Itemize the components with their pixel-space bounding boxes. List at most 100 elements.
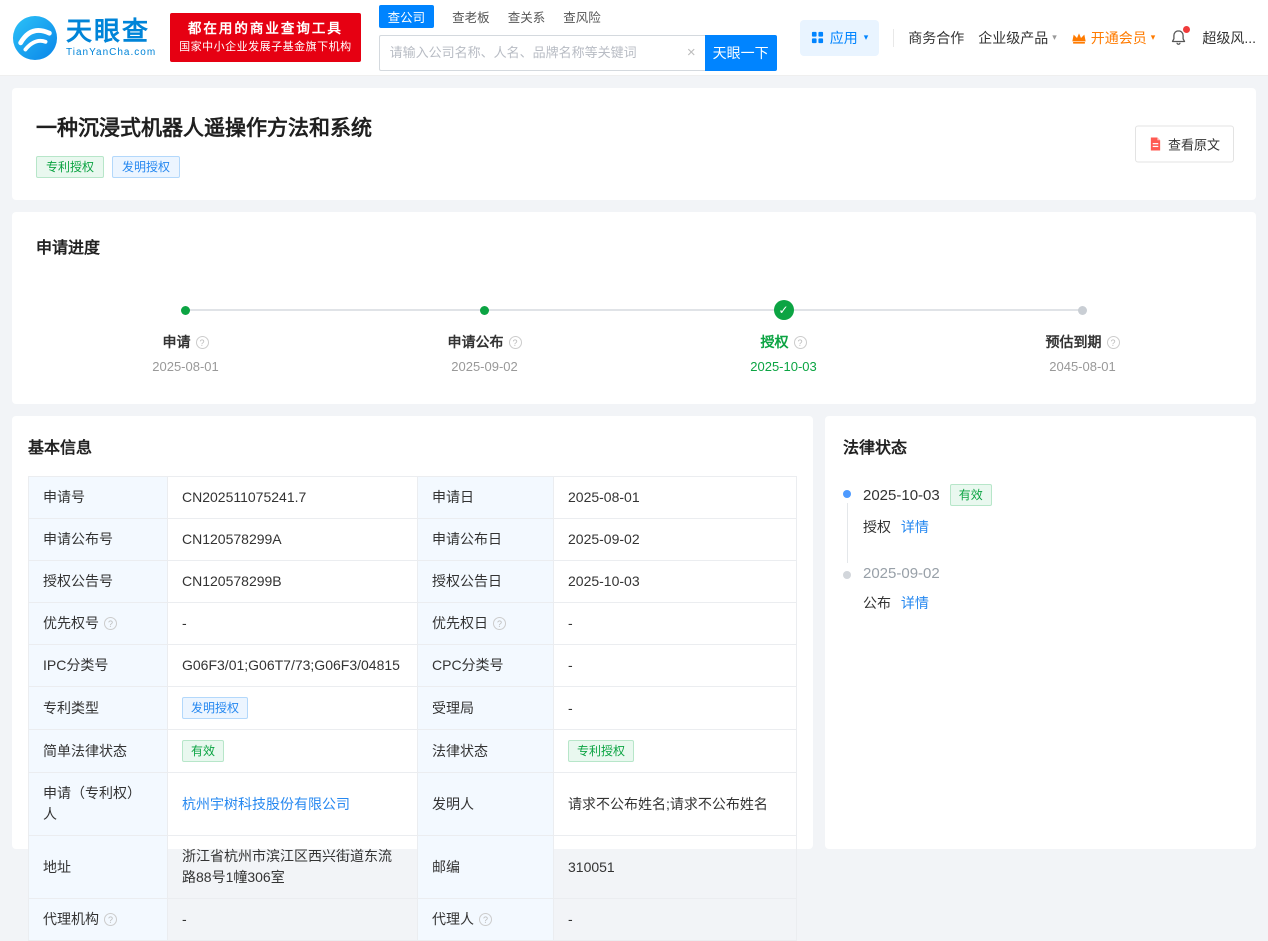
info-value: - (168, 603, 418, 645)
chevron-down-icon: ▾ (864, 32, 869, 43)
main-content: 一种沉浸式机器人遥操作方法和系统 专利授权 发明授权 查看原文 申请进度 (0, 76, 1268, 849)
info-label: 代理机构? (29, 899, 168, 941)
info-label: 申请公布日 (418, 519, 554, 561)
info-label: 优先权日? (418, 603, 554, 645)
info-label: 申请日 (418, 477, 554, 519)
info-label-text: 优先权日 (432, 615, 488, 631)
info-label-text: 代理人 (432, 911, 474, 927)
pdf-icon (1149, 137, 1162, 152)
info-label: 专利类型 (29, 687, 168, 730)
progress-step-publication: 申请公布? 2025-09-02 (335, 300, 634, 374)
notification-bell[interactable] (1169, 28, 1188, 48)
search-block: 查公司 查老板 查关系 查风险 × 天眼一下 (379, 5, 777, 71)
nav-business-cooperation[interactable]: 商务合作 (908, 28, 964, 48)
tag-invention-grant: 发明授权 (112, 156, 180, 178)
help-icon[interactable]: ? (104, 617, 117, 630)
tab-search-relation[interactable]: 查关系 (508, 7, 546, 26)
table-row: 授权公告号 CN120578299B 授权公告日 2025-10-03 (29, 561, 797, 603)
search-tabs: 查公司 查老板 查关系 查风险 (379, 5, 777, 28)
nav-business-label: 商务合作 (908, 28, 964, 48)
check-icon: ✓ (778, 303, 788, 317)
help-icon[interactable]: ? (104, 913, 117, 926)
tianyancha-logo[interactable]: 天眼查 TianYanCha.com (12, 15, 156, 61)
info-label: 申请号 (29, 477, 168, 519)
apps-label: 应用 (830, 28, 858, 48)
application-progress-card: 申请进度 申请? 2025-08-01 申请公布? 2025-09-02 ✓ (12, 212, 1256, 404)
legal-status-section-title: 法律状态 (843, 434, 1238, 458)
apps-menu[interactable]: 应用 ▾ (800, 20, 880, 56)
detail-link[interactable]: 详情 (901, 595, 929, 611)
detail-link[interactable]: 详情 (901, 519, 929, 535)
info-label: 授权公告号 (29, 561, 168, 603)
info-label: 发明人 (418, 773, 554, 836)
page-title: 一种沉浸式机器人遥操作方法和系统 (36, 112, 1232, 142)
legal-action: 授权 (863, 519, 891, 535)
tab-search-risk[interactable]: 查风险 (563, 7, 601, 26)
info-value: CN202511075241.7 (168, 477, 418, 519)
progress-timeline: 申请? 2025-08-01 申请公布? 2025-09-02 ✓ 授权? 20… (36, 300, 1232, 374)
patent-tags: 专利授权 发明授权 (36, 156, 1232, 178)
check-circle-icon: ✓ (774, 300, 794, 320)
legal-date: 2025-10-03 (863, 487, 940, 504)
step-dot (1078, 306, 1087, 315)
info-label-text: 优先权号 (43, 615, 99, 631)
legal-status-timeline: 2025-10-03 有效 授权 详情 2025-09-02 公布 (843, 484, 1238, 641)
info-value: 2025-09-02 (554, 519, 797, 561)
info-value: 有效 (168, 730, 418, 773)
help-icon[interactable]: ? (509, 336, 522, 349)
legal-action: 公布 (863, 595, 891, 611)
table-row: 优先权号? - 优先权日? - (29, 603, 797, 645)
info-value: 请求不公布姓名;请求不公布姓名 (554, 773, 797, 836)
info-label: 申请（专利权）人 (29, 773, 168, 836)
help-icon[interactable]: ? (794, 336, 807, 349)
tab-search-company[interactable]: 查公司 (379, 5, 435, 28)
promo-banner: 都在用的商业查询工具 国家中小企业发展子基金旗下机构 (170, 13, 361, 62)
help-icon[interactable]: ? (493, 617, 506, 630)
info-value: CN120578299A (168, 519, 418, 561)
help-icon[interactable]: ? (479, 913, 492, 926)
nav-enterprise-products[interactable]: 企业级产品 ▾ (978, 28, 1057, 48)
info-value: 发明授权 (168, 687, 418, 730)
info-value: 浙江省杭州市滨江区西兴街道东流路88号1幢306室 (168, 836, 418, 899)
info-label: IPC分类号 (29, 645, 168, 687)
info-label: 优先权号? (29, 603, 168, 645)
view-original-button[interactable]: 查看原文 (1135, 126, 1234, 163)
step-date: 2025-09-02 (335, 359, 634, 374)
nav-open-vip[interactable]: 开通会员 ▾ (1071, 28, 1156, 48)
step-date: 2025-10-03 (634, 359, 933, 374)
table-row: 申请（专利权）人 杭州宇树科技股份有限公司 发明人 请求不公布姓名;请求不公布姓… (29, 773, 797, 836)
search-button[interactable]: 天眼一下 (705, 35, 777, 71)
tag-valid: 有效 (182, 740, 224, 762)
info-value: CN120578299B (168, 561, 418, 603)
timeline-dot (843, 571, 851, 579)
nav-super-risk-label: 超级风... (1202, 28, 1256, 48)
bottom-section: 基本信息 申请号 CN202511075241.7 申请日 2025-08-01… (12, 416, 1256, 849)
info-value: - (554, 645, 797, 687)
clear-icon[interactable]: × (687, 44, 696, 61)
info-label: 法律状态 (418, 730, 554, 773)
basic-info-table: 申请号 CN202511075241.7 申请日 2025-08-01 申请公布… (28, 476, 797, 941)
help-icon[interactable]: ? (196, 336, 209, 349)
table-row: 专利类型 发明授权 受理局 - (29, 687, 797, 730)
promo-line1: 都在用的商业查询工具 (179, 19, 352, 39)
info-label-text: 代理机构 (43, 911, 99, 927)
step-date: 2025-08-01 (36, 359, 335, 374)
tab-search-boss[interactable]: 查老板 (452, 7, 490, 26)
step-dot (480, 306, 489, 315)
nav-vip-label: 开通会员 (1091, 28, 1147, 48)
view-original-label: 查看原文 (1168, 135, 1220, 154)
info-value: 310051 (554, 836, 797, 899)
info-label: 简单法律状态 (29, 730, 168, 773)
table-row: 地址 浙江省杭州市滨江区西兴街道东流路88号1幢306室 邮编 310051 (29, 836, 797, 899)
nav-super-risk[interactable]: 超级风... (1202, 28, 1256, 48)
info-value: 杭州宇树科技股份有限公司 (168, 773, 418, 836)
basic-info-section-title: 基本信息 (28, 434, 797, 458)
legal-date: 2025-09-02 (863, 565, 940, 582)
search-input[interactable] (380, 45, 705, 60)
help-icon[interactable]: ? (1107, 336, 1120, 349)
crown-icon (1071, 31, 1087, 45)
applicant-company-link[interactable]: 杭州宇树科技股份有限公司 (182, 796, 350, 812)
search-input-wrap: × (379, 35, 705, 71)
progress-step-apply: 申请? 2025-08-01 (36, 300, 335, 374)
search-row: × 天眼一下 (379, 35, 777, 71)
